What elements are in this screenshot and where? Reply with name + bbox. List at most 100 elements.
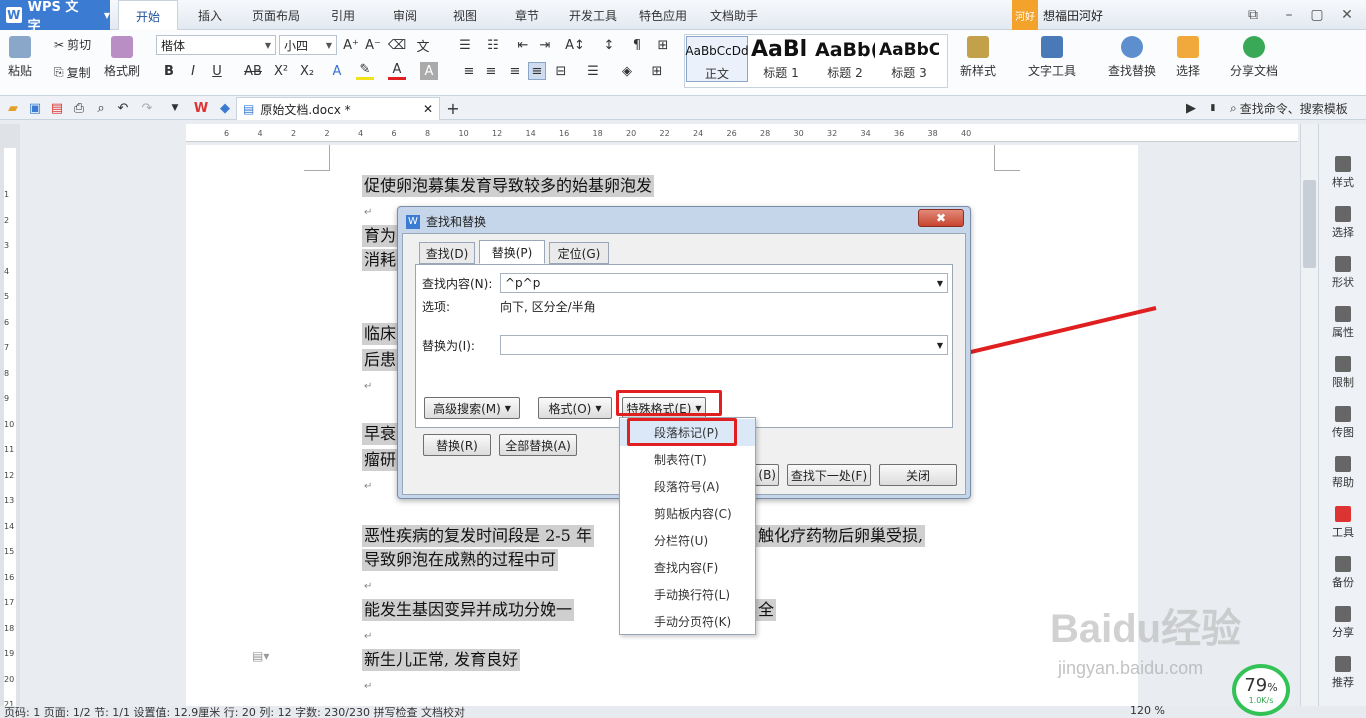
format-button[interactable]: 格式(O) ▼ (538, 397, 612, 419)
paragraph[interactable]: 后患 (362, 349, 399, 371)
close-tab-icon[interactable]: ✕ (423, 102, 433, 116)
paragraph[interactable]: 临床 (362, 323, 399, 345)
app-menu-button[interactable]: W WPS 文字 ▼ (0, 0, 110, 34)
tab-insert[interactable]: 插入 (184, 0, 236, 30)
redo-icon[interactable]: ↷ (138, 99, 156, 117)
dialog-title-bar[interactable]: W 查找和替换 (406, 213, 486, 230)
special-menu-item[interactable]: 制表符(T) (620, 446, 755, 473)
cut-button[interactable]: ✂ 剪切 (54, 36, 91, 53)
user-name[interactable]: 想福田河好 (1043, 0, 1103, 30)
open-icon[interactable]: ▰ (4, 99, 22, 117)
sidebar-item[interactable]: 工具 (1319, 506, 1366, 540)
replace-all-button[interactable]: 全部替换(A) (499, 434, 577, 456)
style-heading3[interactable]: AaBbC 标题 3 (878, 36, 940, 82)
tab-find[interactable]: 查找(D) (419, 242, 475, 264)
strikethrough-icon[interactable]: AB (240, 62, 266, 80)
paragraph[interactable]: 恶性疾病的复发时间段是 2-5 年 (362, 525, 594, 547)
maximize-icon[interactable]: ▢ (1304, 4, 1330, 26)
style-heading2[interactable]: AaBb(标题 2 (814, 36, 876, 82)
indent-icon[interactable]: ⇥ (536, 36, 554, 54)
shading-icon[interactable]: ◈ (618, 62, 636, 80)
special-menu-item[interactable]: 分栏符(U) (620, 527, 755, 554)
qa-dropdown-icon[interactable]: ▼ (166, 99, 184, 117)
sidebar-item[interactable]: 传图 (1319, 406, 1366, 440)
special-menu-item[interactable]: 手动分页符(K) (620, 608, 755, 635)
export-pdf-icon[interactable]: ▤ (48, 99, 66, 117)
sidebar-item[interactable]: 帮助 (1319, 456, 1366, 490)
paragraph[interactable]: 能发生基因变异并成功分娩一 (362, 599, 575, 621)
vertical-scrollbar[interactable] (1300, 124, 1318, 718)
find-next-button[interactable]: 查找下一处(F) (787, 464, 871, 486)
command-search[interactable]: ⌕ 查找命令、搜索模板 (1230, 100, 1348, 117)
tab-references[interactable]: 引用 (318, 0, 368, 30)
find-input[interactable]: ^p^p ▼ (500, 273, 948, 293)
paragraph[interactable]: 促使卵泡募集发育导致较多的始基卵泡发 (362, 175, 655, 197)
font-size-select[interactable]: 小四 ▼ (279, 35, 337, 55)
sidebar-item[interactable]: 属性 (1319, 306, 1366, 340)
find-replace-button[interactable]: 查找替换 (1108, 36, 1156, 79)
shrink-font-icon[interactable]: A⁻ (364, 36, 382, 54)
phonetic-icon[interactable]: 文 (414, 36, 432, 55)
tab-doc-assistant[interactable]: 文档助手 (702, 0, 766, 30)
chevron-down-icon[interactable]: ▼ (937, 341, 943, 350)
share-doc-button[interactable]: 分享文档 (1230, 36, 1278, 79)
style-heading1[interactable]: AaBl 标题 1 (750, 36, 812, 82)
paste-button[interactable]: 粘贴 (8, 36, 32, 79)
tab-features[interactable]: 特色应用 (632, 0, 694, 30)
tab-start[interactable]: 开始 (118, 0, 178, 31)
tab-dev-tools[interactable]: 开发工具 (562, 0, 624, 30)
replace-button[interactable]: 替换(R) (423, 434, 491, 456)
chevron-down-icon[interactable]: ▼ (937, 279, 943, 288)
scroll-thumb[interactable] (1303, 180, 1316, 268)
bullet-list-icon[interactable]: ☰ (456, 36, 474, 54)
text-direction-icon[interactable]: A↕ (565, 36, 585, 54)
special-menu-item[interactable]: 剪贴板内容(C) (620, 500, 755, 527)
select-button[interactable]: 选择 (1176, 36, 1200, 79)
print-icon[interactable]: ⎙ (70, 99, 88, 117)
table-border-icon[interactable]: ⊞ (654, 36, 672, 54)
close-button[interactable]: 关闭 (879, 464, 957, 486)
underline-icon[interactable]: U (208, 62, 226, 80)
distribute-icon[interactable]: ⊟ (552, 62, 570, 80)
show-marks-icon[interactable]: ¶ (628, 36, 646, 54)
restore-window-icon[interactable]: ⧉ (1240, 4, 1266, 26)
align-right-icon[interactable]: ≡ (506, 62, 524, 80)
horizontal-ruler[interactable]: 6 4 2 2 4 6 8 10 12 14 16 18 20 22 24 26 28 30 32 34 36 38 40 (186, 124, 1298, 142)
clear-format-icon[interactable]: ⌫ (388, 36, 406, 54)
tab-replace[interactable]: 替换(P) (479, 240, 545, 264)
advanced-search-button[interactable]: 高级搜索(M) ▼ (424, 397, 520, 419)
italic-icon[interactable]: I (184, 62, 202, 80)
style-normal[interactable]: AaBbCcDd 正文 (685, 36, 749, 82)
tab-view[interactable]: 视图 (440, 0, 490, 30)
text-effect-icon[interactable]: A (328, 62, 346, 80)
highlight-icon[interactable]: ✎ (356, 62, 374, 80)
paragraph[interactable]: 新生儿正常, 发育良好 (362, 649, 521, 671)
paragraph[interactable]: 早衰 (362, 423, 399, 445)
format-painter-button[interactable]: 格式刷 (104, 36, 140, 79)
align-left-icon[interactable]: ≡ (460, 62, 478, 80)
replace-input[interactable]: ▼ (500, 335, 948, 355)
save-icon[interactable]: ▣ (26, 99, 44, 117)
zoom-level[interactable]: 120 % (1130, 706, 1165, 717)
paragraph[interactable]: 触化疗药物后卵巢受损, (756, 525, 926, 547)
subscript-icon[interactable]: X₂ (298, 62, 316, 80)
superscript-icon[interactable]: X² (272, 62, 290, 80)
paragraph[interactable]: 消耗 (362, 249, 399, 271)
char-shading-icon[interactable]: A (420, 62, 438, 80)
paragraph[interactable]: 瘤研 (362, 449, 399, 471)
align-center-icon[interactable]: ≡ (482, 62, 500, 80)
line-spacing-icon[interactable]: ☰ (584, 62, 602, 80)
special-menu-item[interactable]: 手动换行符(L) (620, 581, 755, 608)
grow-font-icon[interactable]: A⁺ (342, 36, 360, 54)
user-avatar[interactable]: 河好 (1012, 0, 1038, 30)
tab-page-layout[interactable]: 页面布局 (240, 0, 312, 30)
print-preview-icon[interactable]: ⌕ (92, 99, 110, 117)
paragraph[interactable]: 全 (756, 599, 777, 621)
sidebar-item[interactable]: 选择 (1319, 206, 1366, 240)
numbered-list-icon[interactable]: ☷ (484, 36, 502, 54)
font-color-icon[interactable]: A (388, 62, 406, 80)
justify-icon[interactable]: ≡ (528, 62, 546, 80)
wps-home-icon[interactable]: W (192, 99, 210, 117)
doc-nav-icon[interactable]: ▤▾ (252, 649, 269, 663)
document-tab[interactable]: ▤ 原始文档.docx * ✕ (236, 97, 440, 120)
